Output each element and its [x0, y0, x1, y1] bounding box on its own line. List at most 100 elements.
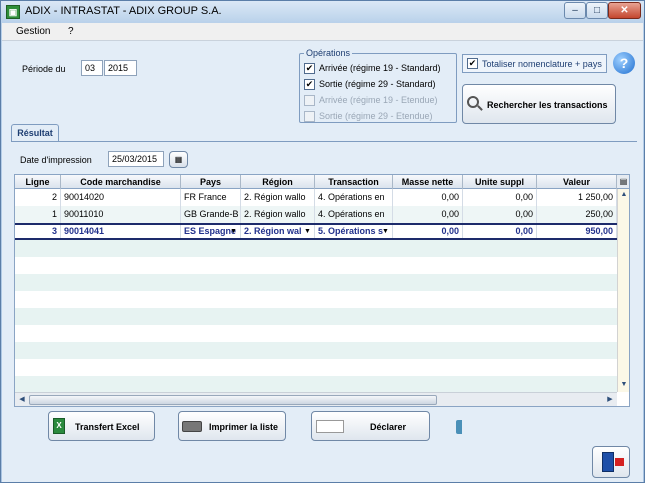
maximize-button[interactable]: □ [586, 2, 608, 19]
sortie-standard-checkbox[interactable]: ✔ [304, 79, 315, 90]
arrivee-etendue-label: Arrivée (régime 19 - Etendue) [319, 95, 438, 105]
sortie-standard-label: Sortie (régime 29 - Standard) [319, 79, 436, 89]
imprimer-liste-button[interactable]: Imprimer la liste [178, 411, 286, 441]
periode-year-input[interactable]: 2015 [104, 60, 137, 76]
cell-ligne: 2 [15, 189, 61, 206]
horizontal-scrollbar[interactable]: ◀ ▶ [15, 392, 617, 406]
cell-transaction-dropdown[interactable]: 5. Opérations s ▼ [315, 225, 393, 238]
title-bar[interactable]: ▣ ADIX - INTRASTAT - ADIX GROUP S.A. – □… [1, 1, 644, 23]
vertical-scrollbar[interactable]: ▲ ▼ [617, 189, 629, 392]
cell-unite: 0,00 [463, 189, 537, 206]
window-title: ADIX - INTRASTAT - ADIX GROUP S.A. [25, 5, 222, 17]
arrivee-etendue-checkbox[interactable] [304, 95, 315, 106]
empty-row [15, 257, 617, 274]
chevron-down-icon[interactable]: ▼ [303, 227, 312, 236]
scroll-down-icon[interactable]: ▼ [618, 379, 629, 391]
operations-group: Opérations ✔ Arrivée (régime 19 - Standa… [299, 48, 457, 123]
menu-bar: Gestion ? [2, 23, 643, 41]
empty-row [15, 308, 617, 325]
empty-row [15, 291, 617, 308]
cell-unite: 0,00 [463, 225, 537, 238]
periode-month-input[interactable]: 03 [81, 60, 103, 76]
cell-code: 90014041 [61, 225, 181, 238]
help-icon[interactable]: ? [613, 52, 635, 74]
cell-unite: 0,00 [463, 206, 537, 223]
cell-valeur: 250,00 [537, 206, 617, 223]
date-impression-input[interactable]: 25/03/2015 [108, 151, 164, 167]
scroll-left-icon[interactable]: ◀ [16, 394, 28, 406]
col-pays[interactable]: Pays [181, 175, 241, 189]
empty-row [15, 325, 617, 342]
cell-ligne: 3 [15, 225, 61, 238]
cell-transaction: 4. Opérations en [315, 206, 393, 223]
minimize-button[interactable]: – [564, 2, 586, 19]
scroll-up-icon[interactable]: ▲ [618, 189, 629, 201]
empty-row [15, 240, 617, 257]
magnifier-handle [477, 105, 483, 111]
totaliser-checkbox[interactable]: ✔ [467, 58, 478, 69]
cell-masse: 0,00 [393, 206, 463, 223]
cell-region: 2. Région wallo [241, 189, 315, 206]
close-button[interactable]: ✕ [608, 2, 641, 19]
cell-transaction: 5. Opérations s [318, 226, 384, 236]
totaliser-label: Totaliser nomenclature + pays [482, 59, 602, 69]
date-impression-label: Date d'impression [20, 155, 92, 165]
sortie-etendue-checkbox[interactable] [304, 111, 315, 122]
cell-valeur: 950,00 [537, 225, 617, 238]
table-row[interactable]: 1 90011010 GB Grande-B 2. Région wallo 4… [15, 206, 617, 223]
cell-pays: GB Grande-B [181, 206, 241, 223]
arrow-indicator-icon [456, 420, 462, 434]
horizontal-scroll-thumb[interactable] [29, 395, 437, 405]
cell-masse: 0,00 [393, 225, 463, 238]
cell-ligne: 1 [15, 206, 61, 223]
operations-title: Opérations [304, 48, 353, 58]
menu-gestion[interactable]: Gestion [16, 26, 50, 37]
app-window: ▣ ADIX - INTRASTAT - ADIX GROUP S.A. – □… [0, 0, 645, 483]
cell-valeur: 1 250,00 [537, 189, 617, 206]
app-icon: ▣ [6, 5, 20, 19]
cell-pays-dropdown[interactable]: ES Espagne ▼ [181, 225, 241, 238]
tab-resultat[interactable]: Résultat [11, 124, 59, 142]
grid-corner-icon[interactable]: ▤ [617, 175, 629, 189]
col-ligne[interactable]: Ligne [15, 175, 61, 189]
imprimer-liste-label: Imprimer la liste [209, 422, 279, 432]
periode-label: Période du [22, 64, 66, 74]
declarer-label: Déclarer [370, 422, 407, 432]
empty-row [15, 376, 617, 392]
col-valeur[interactable]: Valeur [537, 175, 617, 189]
empty-row [15, 342, 617, 359]
grid-header: Ligne Code marchandise Pays Région Trans… [15, 175, 617, 189]
scroll-right-icon[interactable]: ▶ [604, 394, 616, 406]
calendar-icon[interactable]: ▦ [169, 151, 188, 168]
declarer-button[interactable]: Déclarer [311, 411, 430, 441]
cell-region: 2. Région wal [244, 226, 302, 236]
cell-region-dropdown[interactable]: 2. Région wal ▼ [241, 225, 315, 238]
cell-region: 2. Région wallo [241, 206, 315, 223]
table-row-selected[interactable]: 3 90014041 ES Espagne ▼ 2. Région wal ▼ 5.… [15, 223, 617, 240]
empty-row [15, 274, 617, 291]
col-region[interactable]: Région [241, 175, 315, 189]
arrivee-standard-checkbox[interactable]: ✔ [304, 63, 315, 74]
menu-help[interactable]: ? [68, 26, 74, 37]
search-transactions-button[interactable]: Rechercher les transactions [462, 84, 616, 124]
empty-row [15, 359, 617, 376]
chevron-down-icon[interactable]: ▼ [229, 227, 238, 236]
cell-masse: 0,00 [393, 189, 463, 206]
table-row[interactable]: 2 90014020 FR France 2. Région wallo 4. … [15, 189, 617, 206]
excel-icon: X [53, 418, 65, 434]
col-unite-suppl[interactable]: Unite suppl [463, 175, 537, 189]
col-code-marchandise[interactable]: Code marchandise [61, 175, 181, 189]
transfert-excel-button[interactable]: X Transfert Excel [48, 411, 155, 441]
sortie-etendue-label: Sortie (régime 29 - Etendue) [319, 111, 433, 121]
main-panel: Période du 03 2015 Opérations ✔ Arrivée … [2, 41, 643, 482]
col-masse-nette[interactable]: Masse nette [393, 175, 463, 189]
chevron-down-icon[interactable]: ▼ [381, 227, 390, 236]
exit-door-icon [602, 452, 614, 472]
cell-code: 90011010 [61, 206, 181, 223]
exit-button[interactable] [592, 446, 630, 478]
cell-code: 90014020 [61, 189, 181, 206]
totaliser-box: ✔ Totaliser nomenclature + pays [462, 54, 607, 73]
cell-transaction: 4. Opérations en [315, 189, 393, 206]
printer-icon [182, 421, 202, 432]
col-transaction[interactable]: Transaction [315, 175, 393, 189]
